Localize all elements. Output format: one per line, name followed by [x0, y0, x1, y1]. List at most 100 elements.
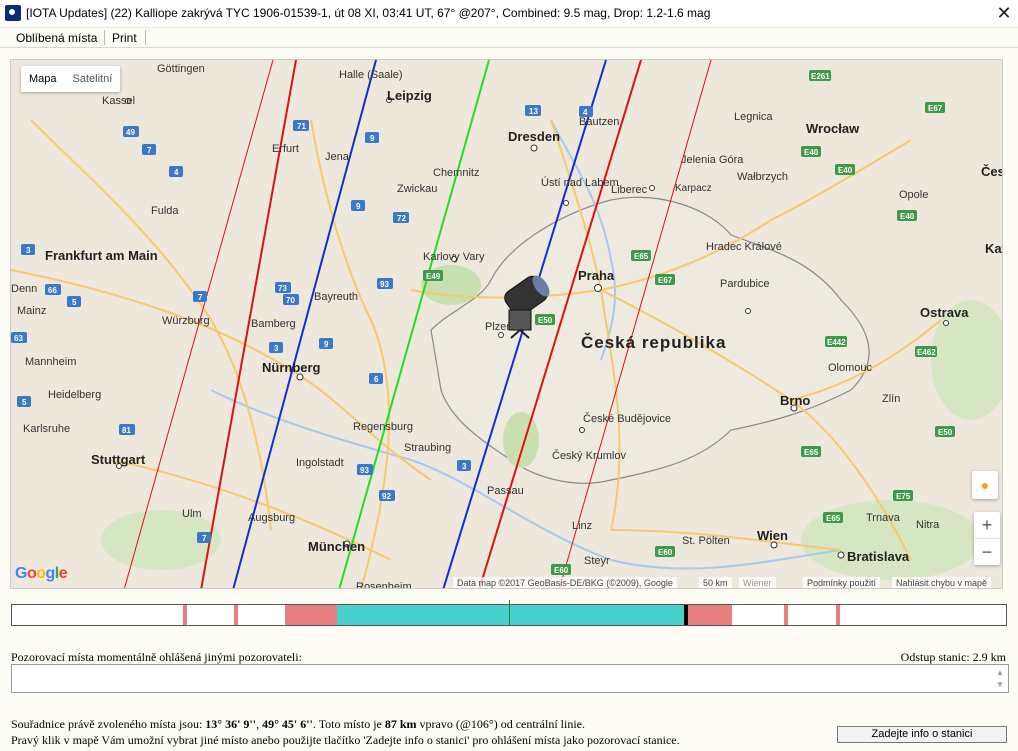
svg-text:Mannheim: Mannheim: [25, 356, 76, 368]
svg-text:73: 73: [278, 284, 287, 293]
scroll-arrows-icon[interactable]: ▲ ▼: [994, 667, 1006, 691]
svg-text:E75: E75: [896, 492, 911, 501]
svg-text:E65: E65: [634, 252, 649, 261]
svg-text:Augsburg: Augsburg: [248, 512, 295, 524]
svg-text:Ingolstadt: Ingolstadt: [296, 457, 344, 469]
menu-favorites[interactable]: Oblíbená místa: [16, 31, 97, 45]
svg-text:E261: E261: [811, 72, 830, 81]
map-canvas[interactable]: 49 7 4 71 9 9 72 13 4 3 66 5 7 73 70 93 …: [11, 60, 1003, 589]
latitude-value: 49° 45' 6'': [262, 717, 313, 731]
svg-text:Nitra: Nitra: [916, 519, 940, 531]
svg-text:Denn: Denn: [11, 283, 37, 295]
scale-label: 50 km: [699, 577, 732, 588]
street-view-pegman-icon[interactable]: ●: [972, 471, 998, 499]
menu-separator: [104, 30, 105, 45]
svg-text:E462: E462: [917, 348, 936, 357]
map-type-map[interactable]: Mapa: [21, 66, 65, 92]
observers-list-field[interactable]: ▲ ▼: [11, 664, 1009, 693]
svg-text:E40: E40: [804, 148, 819, 157]
terms-link[interactable]: Podmínky použití: [803, 577, 881, 588]
svg-text:Heidelberg: Heidelberg: [48, 389, 101, 401]
svg-text:Zwickau: Zwickau: [397, 183, 437, 195]
timeline-segment: [234, 605, 238, 625]
svg-text:6: 6: [374, 375, 379, 384]
svg-text:70: 70: [286, 296, 295, 305]
map-attribution: Data map ©2017 GeoBasis-DE/BKG (©2009), …: [453, 577, 677, 588]
observers-label: Pozorovací místa momentálně ohlášená jin…: [11, 650, 302, 664]
svg-text:Kassel: Kassel: [102, 95, 135, 107]
distance-value: 87 km: [384, 717, 417, 731]
svg-text:E60: E60: [658, 548, 673, 557]
svg-text:Fulda: Fulda: [151, 205, 179, 217]
zoom-in-button[interactable]: +: [974, 512, 1000, 539]
zoom-out-button[interactable]: −: [974, 539, 1000, 565]
map-type-satellite[interactable]: Satelitní: [65, 66, 121, 92]
svg-text:Wałbrzych: Wałbrzych: [737, 171, 788, 183]
report-error-link[interactable]: Nahlásit chybu v mapě: [892, 577, 992, 588]
svg-text:Straubing: Straubing: [404, 442, 451, 454]
selected-coordinates-text: Souřadnice právě zvoleného místa jsou: 1…: [11, 717, 585, 731]
svg-text:Passau: Passau: [487, 485, 524, 497]
svg-text:E50: E50: [538, 316, 553, 325]
svg-text:Plzeň: Plzeň: [485, 321, 513, 333]
svg-text:Mainz: Mainz: [17, 305, 46, 317]
svg-text:Chemnitz: Chemnitz: [433, 167, 479, 179]
svg-text:Karpacz: Karpacz: [675, 183, 712, 194]
svg-text:7: 7: [198, 293, 203, 302]
svg-text:E40: E40: [838, 166, 853, 175]
timeline-segment: [784, 605, 788, 625]
svg-text:Jelenia Góra: Jelenia Góra: [681, 154, 744, 166]
svg-text:Linz: Linz: [572, 520, 592, 532]
svg-text:Stuttgart: Stuttgart: [91, 452, 146, 467]
map-view[interactable]: 49 7 4 71 9 9 72 13 4 3 66 5 7 73 70 93 …: [10, 59, 1003, 589]
title-bar: [IOTA Updates] (22) Kalliope zakrývá TYC…: [0, 0, 1018, 28]
svg-text:Wien: Wien: [757, 528, 788, 543]
timeline-segment: [337, 605, 684, 625]
svg-text:Leipzig: Leipzig: [387, 88, 432, 103]
svg-text:Jena: Jena: [325, 151, 350, 163]
svg-text:71: 71: [297, 122, 306, 131]
svg-text:Česk: Česk: [981, 164, 1003, 179]
svg-text:Karlovy Vary: Karlovy Vary: [423, 251, 485, 263]
svg-text:Ústí nad Labem: Ústí nad Labem: [541, 176, 619, 189]
svg-text:Trnava: Trnava: [866, 512, 901, 524]
svg-text:Bautzen: Bautzen: [579, 116, 619, 128]
country-label: Česká republika: [581, 333, 726, 352]
menu-print[interactable]: Print: [112, 31, 137, 45]
close-button[interactable]: ✕: [990, 0, 1018, 27]
svg-text:13: 13: [529, 107, 538, 116]
svg-text:E442: E442: [827, 338, 846, 347]
svg-text:St. Pölten: St. Pölten: [682, 535, 730, 547]
svg-text:České Budějovice: České Budějovice: [583, 412, 671, 425]
svg-text:49: 49: [126, 128, 135, 137]
svg-text:92: 92: [382, 492, 391, 501]
svg-text:Nürnberg: Nürnberg: [262, 360, 321, 375]
svg-text:9: 9: [370, 134, 375, 143]
svg-text:Steyr: Steyr: [584, 555, 610, 567]
svg-text:72: 72: [397, 214, 406, 223]
svg-text:E50: E50: [938, 428, 953, 437]
svg-text:München: München: [308, 539, 365, 554]
svg-text:E60: E60: [554, 566, 569, 575]
timeline-segment: [836, 605, 840, 625]
svg-text:9: 9: [356, 202, 361, 211]
svg-text:Český Krumlov: Český Krumlov: [552, 449, 626, 462]
svg-text:E67: E67: [928, 104, 943, 113]
timeline-bar[interactable]: [11, 600, 1007, 626]
enter-station-info-button[interactable]: Zadejte info o stanici: [837, 726, 1007, 743]
zoom-control: + −: [972, 512, 1000, 565]
svg-text:Praha: Praha: [578, 268, 615, 283]
timeline-segment: [684, 605, 688, 625]
svg-text:Dresden: Dresden: [508, 129, 560, 144]
svg-text:Olomouc: Olomouc: [828, 362, 873, 374]
svg-text:Liberec: Liberec: [611, 184, 648, 196]
svg-text:Ulm: Ulm: [182, 508, 202, 520]
longitude-value: 13° 36' 9'': [205, 717, 257, 731]
svg-text:E40: E40: [900, 212, 915, 221]
svg-text:Zlín: Zlín: [882, 393, 900, 405]
svg-text:Frankfurt am Main: Frankfurt am Main: [45, 248, 158, 263]
svg-text:Bratislava: Bratislava: [847, 549, 910, 564]
forest-area: [503, 412, 539, 468]
svg-text:Pardubice: Pardubice: [720, 278, 770, 290]
svg-text:Kat: Kat: [985, 241, 1003, 256]
